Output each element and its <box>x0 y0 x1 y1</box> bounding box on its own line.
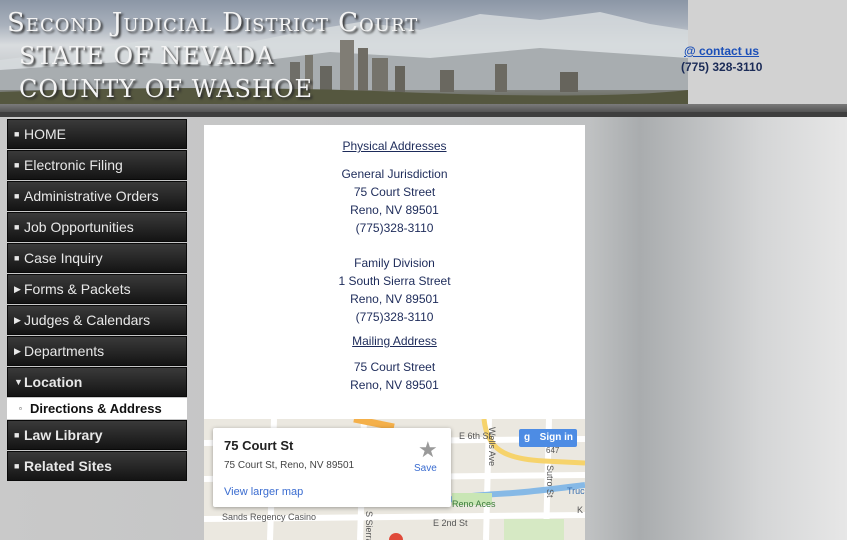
sidebar-item-label: Job Opportunities <box>24 219 134 235</box>
sidebar-item-label: Administrative Orders <box>24 188 159 204</box>
sidebar-item-location[interactable]: ▼ Location <box>7 367 187 397</box>
sidebar-subitem-label: Directions & Address <box>30 401 162 416</box>
sidebar-item-label: Related Sites <box>24 458 112 474</box>
square-bullet-icon: ■ <box>14 129 20 139</box>
map-place-card: 75 Court St 75 Court St, Reno, NV 89501 … <box>213 428 451 507</box>
view-larger-map-link[interactable]: View larger map <box>224 486 303 498</box>
contact-us-link[interactable]: @ contact us <box>684 44 759 58</box>
general-jurisdiction-city: Reno, NV 89501 <box>350 203 439 217</box>
map-save-link[interactable]: Save <box>414 463 437 474</box>
square-bullet-icon: ■ <box>14 191 20 201</box>
square-outline-bullet-icon: ▫ <box>19 404 22 413</box>
sidebar-item-label: Law Library <box>24 427 103 443</box>
sidebar-item-label: Electronic Filing <box>24 157 123 173</box>
square-bullet-icon: ■ <box>14 253 20 263</box>
state-title: STATE OF NEVADA <box>19 42 275 70</box>
map-signin-label: Sign in <box>539 432 573 443</box>
site-header: Second Judicial District Court STATE OF … <box>0 0 847 117</box>
general-jurisdiction-street: 75 Court Street <box>353 185 436 199</box>
mailing-city: Reno, NV 89501 <box>350 378 439 392</box>
physical-addresses-heading[interactable]: Physical Addresses <box>342 139 446 153</box>
family-division-street: 1 South Sierra Street <box>338 274 451 288</box>
map-label-sutro: Sutro St <box>545 465 555 498</box>
sidebar-item-case-inquiry[interactable]: ■ Case Inquiry <box>7 243 187 273</box>
map-label-s-sierra: S Sierra <box>364 511 374 540</box>
contact-phone: (775) 328-3110 <box>681 60 763 74</box>
sidebar-item-related-sites[interactable]: ■ Related Sites <box>7 451 187 481</box>
header-divider <box>0 104 847 112</box>
square-bullet-icon: ■ <box>14 461 20 471</box>
map-label-reno-aces: Reno Aces <box>452 499 496 509</box>
general-jurisdiction-name: General Jurisdiction <box>341 167 448 181</box>
court-title: Second Judicial District Court <box>7 8 419 38</box>
sidebar-item-administrative-orders[interactable]: ■ Administrative Orders <box>7 181 187 211</box>
star-icon[interactable]: ★ <box>418 437 438 463</box>
sidebar-item-law-library[interactable]: ■ Law Library <box>7 420 187 450</box>
map-label-sands-regency: Sands Regency Casino <box>222 512 317 522</box>
header-banner: Second Judicial District Court STATE OF … <box>0 0 688 104</box>
sidebar-item-label: Departments <box>24 343 105 359</box>
family-division-name: Family Division <box>354 256 435 270</box>
mailing-street: 75 Court Street <box>353 360 436 374</box>
sidebar-item-electronic-filing[interactable]: ■ Electronic Filing <box>7 150 187 180</box>
family-division-city: Reno, NV 89501 <box>350 292 439 306</box>
header-divider-dark <box>0 112 847 117</box>
sidebar-item-label: Forms & Packets <box>24 281 131 297</box>
sidebar-item-job-opportunities[interactable]: ■ Job Opportunities <box>7 212 187 242</box>
map-place-address: 75 Court St, Reno, NV 89501 <box>224 460 355 471</box>
sidebar-item-label: Location <box>24 374 83 390</box>
sidebar-subitem-directions-address[interactable]: ▫ Directions & Address <box>7 398 187 419</box>
map-place-title: 75 Court St <box>224 438 294 453</box>
sidebar-item-home[interactable]: ■ HOME <box>7 119 187 149</box>
sidebar-item-forms-packets[interactable]: ▶ Forms & Packets <box>7 274 187 304</box>
county-title: COUNTY OF WASHOE <box>19 75 314 103</box>
square-bullet-icon: ■ <box>14 430 20 440</box>
sidebar-nav: ■ HOME ■ Electronic Filing ■ Administrat… <box>7 119 187 482</box>
square-bullet-icon: ■ <box>14 160 20 170</box>
address-panel: Physical Addresses General Jurisdiction … <box>204 125 585 419</box>
triangle-right-icon: ▶ <box>14 315 21 325</box>
sidebar-item-label: Judges & Calendars <box>24 312 151 328</box>
map-label-e2nd: E 2nd St <box>433 518 468 528</box>
square-bullet-icon: ■ <box>14 222 20 232</box>
triangle-right-icon: ▶ <box>14 284 21 294</box>
map-label-highway: 647 <box>546 446 560 455</box>
sidebar-item-departments[interactable]: ▶ Departments <box>7 336 187 366</box>
triangle-right-icon: ▶ <box>14 346 21 356</box>
map-label-wells: Wells Ave <box>487 427 497 467</box>
general-jurisdiction-phone: (775)328-3110 <box>355 221 434 235</box>
sidebar-item-judges-calendars[interactable]: ▶ Judges & Calendars <box>7 305 187 335</box>
map-label-k: K <box>577 505 584 515</box>
google-g-icon: g <box>524 432 531 443</box>
map-signin-button[interactable]: g Sign in <box>519 429 577 447</box>
sidebar-item-label: HOME <box>24 126 66 142</box>
embedded-map[interactable]: E 6th St Wells Ave Sutro St 647 Truc Ren… <box>204 419 585 540</box>
sidebar-item-label: Case Inquiry <box>24 250 103 266</box>
map-label-truckee: Truc <box>567 486 585 496</box>
family-division-phone: (775)328-3110 <box>355 310 434 324</box>
triangle-down-icon: ▼ <box>14 377 23 387</box>
mailing-address-heading[interactable]: Mailing Address <box>352 334 437 348</box>
